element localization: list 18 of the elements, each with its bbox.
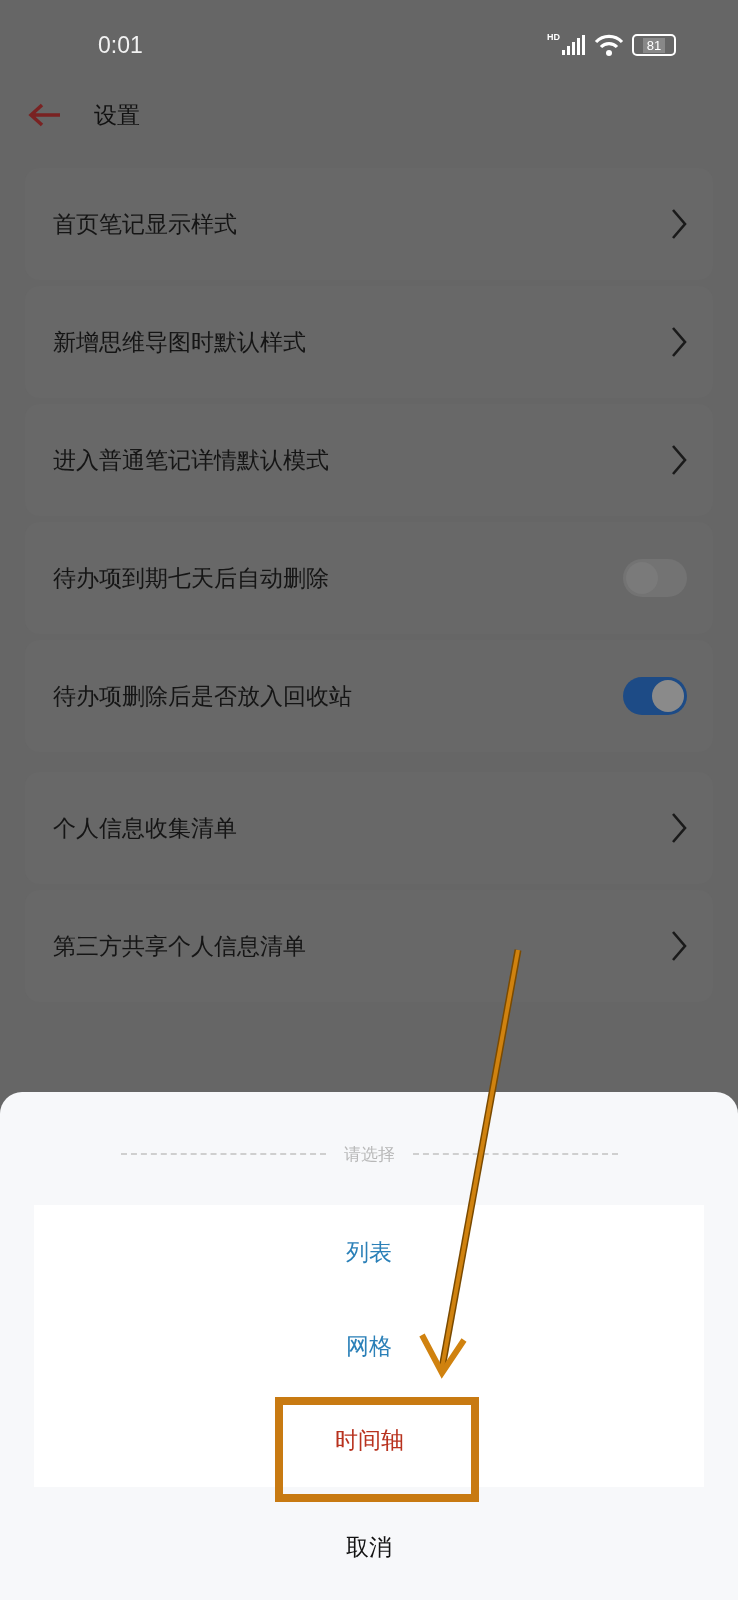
- chevron-icon: [671, 930, 687, 962]
- chevron-icon: [671, 444, 687, 476]
- network-type: HD: [547, 32, 560, 42]
- option-item[interactable]: 网格: [34, 1299, 704, 1393]
- sheet-title: 请选择: [343, 1142, 395, 1166]
- battery-icon: 81: [632, 34, 676, 56]
- back-icon[interactable]: [28, 103, 62, 127]
- option-item[interactable]: 列表: [34, 1205, 704, 1299]
- wifi-icon: [594, 34, 624, 56]
- signal-icon: [562, 35, 586, 55]
- chevron-icon: [671, 326, 687, 358]
- chevron-icon: [671, 208, 687, 240]
- toggle-switch[interactable]: [623, 677, 687, 715]
- cancel-button[interactable]: 取消: [34, 1497, 704, 1597]
- option-item[interactable]: 时间轴: [34, 1393, 704, 1487]
- page-title: 设置: [94, 100, 140, 130]
- chevron-icon: [671, 812, 687, 844]
- status-time: 0:01: [98, 31, 143, 59]
